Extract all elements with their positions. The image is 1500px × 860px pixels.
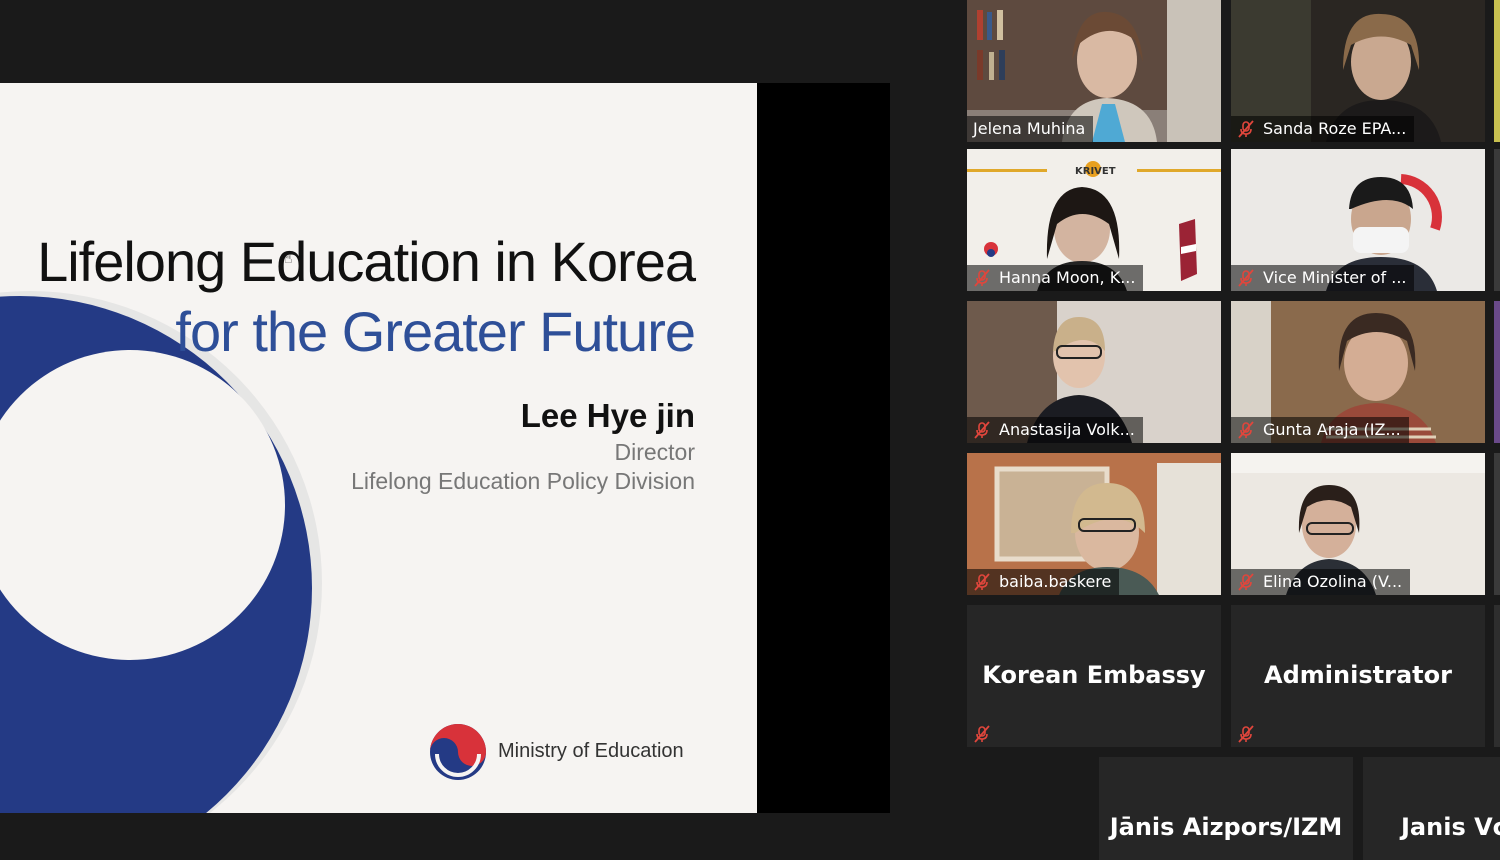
- participant-name: Elina Ozolina (V...: [1263, 572, 1403, 591]
- partial-tile-edge: [1494, 453, 1500, 595]
- partial-tile-edge: [1494, 605, 1500, 747]
- participant-tile[interactable]: Sanda Roze EPA...: [1231, 0, 1485, 142]
- participant-tile[interactable]: Janis Vc: [1363, 757, 1500, 860]
- muted-mic-icon: [974, 725, 990, 743]
- ministry-logo-icon: [430, 724, 486, 780]
- participant-tile[interactable]: Anastasija Volk...: [967, 301, 1221, 443]
- shared-screen: ☝ Lifelong Education in Korea for the Gr…: [0, 83, 890, 813]
- participant-name-bar: Elina Ozolina (V...: [1231, 569, 1411, 595]
- participant-name: Anastasija Volk...: [999, 420, 1135, 439]
- participant-tile[interactable]: Jelena Muhina: [967, 0, 1221, 142]
- participant-name: Jelena Muhina: [973, 119, 1086, 138]
- ministry-label: Ministry of Education: [498, 740, 684, 762]
- muted-mic-icon: [1238, 573, 1254, 591]
- presenter-role: Director: [614, 439, 695, 465]
- participant-name: Janis Vc: [1401, 813, 1500, 841]
- muted-mic-icon: [974, 573, 990, 591]
- participant-name-bar: Sanda Roze EPA...: [1231, 116, 1415, 142]
- presenter-name: Lee Hye jin: [520, 397, 695, 434]
- participant-tile[interactable]: Vice Minister of ...: [1231, 149, 1485, 291]
- participant-tile[interactable]: Jānis Aizpors/IZM: [1099, 757, 1353, 860]
- participant-name: Jānis Aizpors/IZM: [1109, 813, 1343, 841]
- participant-name: Vice Minister of ...: [1263, 268, 1407, 287]
- participant-name-bar: baiba.baskere: [967, 569, 1120, 595]
- participant-name: Gunta Araja (IZ...: [1263, 420, 1401, 439]
- svg-text:KRIVET: KRIVET: [1075, 166, 1116, 177]
- participant-tile[interactable]: KRIVET Hanna Moon, K...: [967, 149, 1221, 291]
- muted-mic-icon: [1238, 269, 1254, 287]
- participant-name-bar: Jelena Muhina: [967, 116, 1094, 142]
- participant-tile[interactable]: Administrator: [1231, 605, 1485, 747]
- participant-tile[interactable]: baiba.baskere: [967, 453, 1221, 595]
- participant-name: Korean Embassy: [982, 661, 1206, 689]
- muted-mic-icon: [974, 421, 990, 439]
- slide-title: Lifelong Education in Korea: [37, 230, 696, 293]
- muted-mic-icon: [1238, 421, 1254, 439]
- participant-tile[interactable]: Gunta Araja (IZ...: [1231, 301, 1485, 443]
- participant-name-bar: Hanna Moon, K...: [967, 265, 1144, 291]
- slide-subtitle: for the Greater Future: [175, 300, 696, 363]
- participant-name: Hanna Moon, K...: [999, 268, 1136, 287]
- participant-name-bar: Anastasija Volk...: [967, 417, 1143, 443]
- participant-name: Sanda Roze EPA...: [1263, 119, 1407, 138]
- participant-name: Administrator: [1264, 661, 1452, 689]
- participant-tile[interactable]: Korean Embassy: [967, 605, 1221, 747]
- muted-mic-icon: [1238, 725, 1254, 743]
- muted-mic-icon: [1238, 120, 1254, 138]
- partial-tile-edge: [1494, 301, 1500, 443]
- participant-name-bar: Vice Minister of ...: [1231, 265, 1415, 291]
- muted-mic-icon: [974, 269, 990, 287]
- participant-tile[interactable]: Elina Ozolina (V...: [1231, 453, 1485, 595]
- presentation-slide: ☝ Lifelong Education in Korea for the Gr…: [0, 83, 757, 813]
- participant-name-bar: Gunta Araja (IZ...: [1231, 417, 1409, 443]
- partial-tile-edge: [1494, 149, 1500, 291]
- partial-tile-edge: [1494, 0, 1500, 142]
- participant-name: baiba.baskere: [999, 572, 1112, 591]
- presenter-division: Lifelong Education Policy Division: [351, 468, 695, 494]
